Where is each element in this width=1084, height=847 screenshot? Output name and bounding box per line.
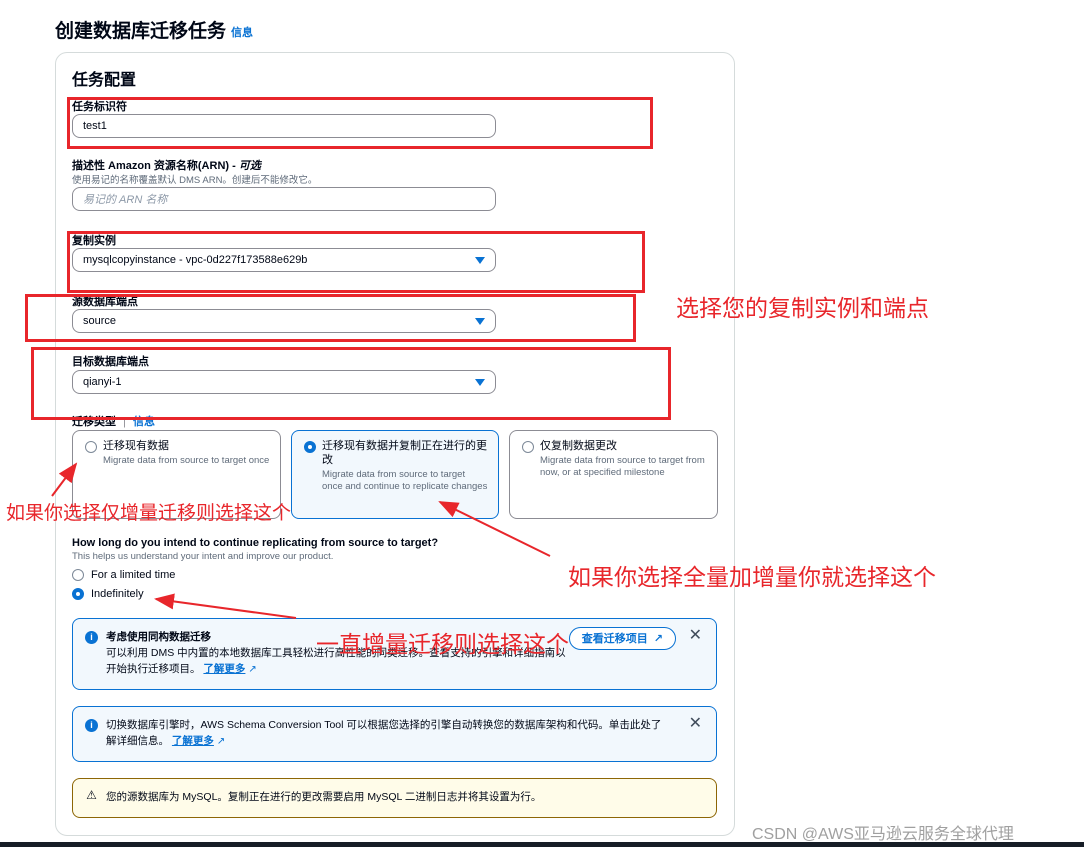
warning-body: 您的源数据库为 MySQL。复制正在进行的更改需要启用 MySQL 二进制日志并… xyxy=(106,791,542,803)
schema-conversion-alert: i 切换数据库引擎时，AWS Schema Conversion Tool 可以… xyxy=(72,706,717,762)
arn-label: 描述性 Amazon 资源名称(ARN) - 可选 xyxy=(72,157,261,173)
page-info-link[interactable]: 信息 xyxy=(231,24,253,40)
option-label: Indefinitely xyxy=(91,588,144,600)
option-label: For a limited time xyxy=(91,569,176,581)
migration-type-tile-full-load-cdc[interactable]: 迁移现有数据并复制正在进行的更改 Migrate data from sourc… xyxy=(291,430,499,519)
arn-label-text: 描述性 Amazon 资源名称(ARN) - xyxy=(72,160,239,172)
alert-content: 切换数据库引擎时，AWS Schema Conversion Tool 可以根据… xyxy=(106,717,671,750)
close-icon[interactable]: ✕ xyxy=(689,628,702,644)
info-icon: i xyxy=(85,631,98,644)
radio-limited-time[interactable] xyxy=(72,569,84,581)
radio-cdc-only[interactable] xyxy=(522,441,534,453)
annotation-box-target-endpoint xyxy=(31,347,671,420)
external-link-icon: ↗ xyxy=(248,664,257,675)
watermark: CSDN @AWS亚马逊云服务全球代理 xyxy=(752,826,1014,843)
external-link-icon: ↗ xyxy=(653,632,663,645)
page-title: 创建数据库迁移任务 xyxy=(55,21,227,42)
panel-title: 任务配置 xyxy=(72,72,137,89)
warning-icon: ⚠ xyxy=(86,788,97,802)
radio-full-load[interactable] xyxy=(85,441,97,453)
mysql-binlog-warning: ⚠ 您的源数据库为 MySQL。复制正在进行的更改需要启用 MySQL 二进制日… xyxy=(72,778,717,818)
learn-more-link[interactable]: 了解更多 xyxy=(172,735,214,747)
annotation-select-instance-endpoints: 选择您的复制实例和端点 xyxy=(676,295,929,321)
annotation-box-task-id xyxy=(67,97,653,149)
arn-description: 使用易记的名称覆盖默认 DMS ARN。创建后不能修改它。 xyxy=(72,175,318,186)
tile-description: Migrate data from source to target from … xyxy=(540,455,705,478)
annotation-always-incremental: 一直增量迁移则选择这个 xyxy=(316,631,569,657)
migration-type-tile-cdc-only[interactable]: 仅复制数据更改 Migrate data from source to targ… xyxy=(509,430,718,519)
radio-indefinitely[interactable] xyxy=(72,588,84,600)
annotation-full-plus-incremental: 如果你选择全量加增量你就选择这个 xyxy=(568,564,936,590)
duration-description: This helps us understand your intent and… xyxy=(72,551,334,562)
learn-more-link[interactable]: 了解更多 xyxy=(203,663,245,675)
arn-input[interactable]: 易记的 ARN 名称 xyxy=(72,187,496,211)
view-migration-projects-button[interactable]: 查看迁移项目 ↗ xyxy=(568,627,676,650)
external-link-icon: ↗ xyxy=(216,736,226,747)
annotation-incremental-only: 如果你选择仅增量迁移则选择这个 xyxy=(6,503,292,524)
tile-title: 迁移现有数据 xyxy=(103,440,169,452)
tile-description: Migrate data from source to target once … xyxy=(322,469,488,492)
tile-description: Migrate data from source to target once xyxy=(103,455,270,466)
radio-full-load-cdc[interactable] xyxy=(304,441,316,453)
tile-title: 仅复制数据更改 xyxy=(540,440,617,452)
annotation-box-source-endpoint xyxy=(25,294,636,342)
annotation-box-replication-instance xyxy=(67,231,645,293)
duration-question: How long do you intend to continue repli… xyxy=(72,537,439,549)
bottom-rule xyxy=(0,842,1084,847)
info-icon: i xyxy=(85,719,98,732)
close-icon[interactable]: ✕ xyxy=(689,716,702,732)
arn-optional-text: 可选 xyxy=(238,160,261,172)
button-label: 查看迁移项目 xyxy=(581,632,648,645)
tile-title: 迁移现有数据并复制正在进行的更改 xyxy=(322,440,487,466)
